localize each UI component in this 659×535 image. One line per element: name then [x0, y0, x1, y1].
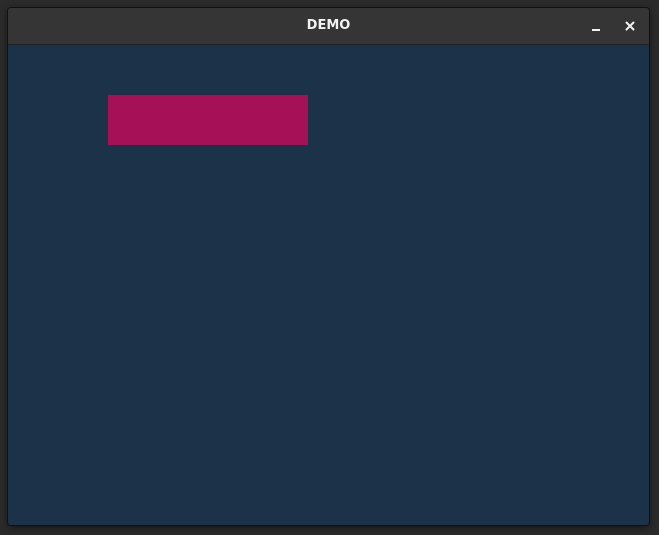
minimize-icon — [592, 29, 600, 31]
app-window: DEMO — [8, 8, 649, 525]
close-icon — [625, 21, 635, 31]
titlebar[interactable]: DEMO — [8, 8, 649, 45]
canvas-area — [8, 45, 649, 525]
window-title: DEMO — [306, 18, 351, 33]
close-button[interactable] — [618, 14, 642, 38]
magenta-rectangle — [108, 95, 308, 145]
minimize-button[interactable] — [584, 14, 608, 38]
